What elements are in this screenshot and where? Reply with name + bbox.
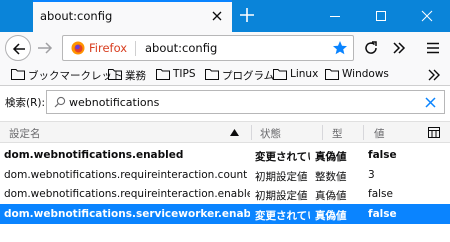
table-row[interactable]: dom.webnotifications.enabled 変更されてい… 真偽値 fa… — [0, 145, 450, 165]
bookmark-folder[interactable]: Linux — [273, 67, 323, 83]
column-header-type[interactable]: 型 — [332, 126, 343, 141]
close-tab-icon[interactable] — [209, 8, 225, 24]
hamburger-menu-icon[interactable] — [424, 39, 442, 57]
minimize-icon — [330, 16, 340, 17]
bookmark-folder[interactable]: TIPS — [156, 67, 198, 83]
column-picker-icon[interactable] — [428, 127, 440, 138]
minimize-button[interactable] — [312, 0, 358, 32]
table-row[interactable]: dom.webnotifications.serviceworker.enabl… — [0, 203, 450, 224]
folder-icon — [273, 69, 287, 80]
search-input[interactable] — [69, 93, 409, 111]
star-icon[interactable] — [332, 40, 348, 56]
bookmark-folder[interactable]: 業務 — [108, 67, 148, 83]
pref-status-cell: 変更されてい… — [255, 209, 310, 222]
pref-name-cell: dom.webnotifications.requireinteraction.… — [4, 188, 250, 200]
tab-about-config[interactable]: about:config — [33, 0, 232, 32]
pref-name-cell: dom.webnotifications.requireinteraction.… — [4, 168, 248, 181]
bookmarks-toolbar: ブックマークレット 業務 TIPS プログラム Linux Windows — [0, 64, 450, 86]
column-header-status[interactable]: 状態 — [260, 126, 281, 141]
back-button[interactable] — [5, 35, 31, 61]
arrow-left-icon — [12, 43, 25, 55]
pref-name-cell: dom.webnotifications.enabled — [4, 149, 184, 161]
pref-value-cell: 3 — [368, 168, 375, 181]
bookmark-label: TIPS — [173, 68, 196, 80]
column-header-name[interactable]: 設定名 — [9, 126, 41, 141]
pref-type-cell: 整数値 — [315, 170, 347, 183]
pref-status-cell: 変更されてい… — [255, 151, 310, 163]
pref-type-cell: 真偽値 — [315, 190, 347, 202]
folder-icon — [11, 69, 25, 80]
pref-value-cell: false — [368, 207, 397, 220]
clear-search-icon[interactable] — [425, 97, 436, 108]
bookmark-label: プログラム — [222, 70, 275, 82]
url-separator — [135, 41, 136, 56]
column-separator[interactable] — [251, 125, 252, 140]
column-header-value[interactable]: 値 — [374, 126, 385, 141]
close-icon — [421, 10, 433, 22]
table-row[interactable]: dom.webnotifications.requireinteraction.… — [0, 184, 450, 204]
table-header: 設定名 状態 型 値 — [0, 121, 450, 143]
pref-type-cell: 真偽値 — [315, 209, 347, 222]
maximize-button[interactable] — [358, 0, 404, 32]
search-box[interactable] — [46, 90, 445, 114]
url-text[interactable]: about:config — [145, 41, 217, 55]
bookmark-folder[interactable]: プログラム — [205, 67, 274, 83]
pref-name-cell: dom.webnotifications.serviceworker.enabl… — [4, 207, 250, 220]
folder-icon — [205, 69, 219, 80]
double-chevron-right-icon[interactable] — [390, 39, 408, 57]
bookmark-label: Windows — [342, 68, 389, 80]
url-bar[interactable]: Firefox about:config — [62, 35, 354, 61]
bookmark-label: Linux — [290, 68, 319, 80]
pref-value-cell: false — [368, 188, 393, 200]
bookmark-folder[interactable]: ブックマークレット — [11, 67, 123, 83]
close-window-button[interactable] — [404, 0, 450, 32]
sort-ascending-icon — [230, 129, 239, 136]
column-separator[interactable] — [322, 125, 323, 140]
search-label: 検索(R): — [5, 97, 46, 109]
identity-label: Firefox — [89, 41, 128, 55]
forward-arrow-icon[interactable] — [36, 39, 54, 57]
title-bar: about:config — [0, 0, 450, 32]
bookmarks-overflow-icon[interactable] — [426, 67, 442, 83]
pref-status-cell: 初期設定値 — [255, 170, 308, 183]
maximize-icon — [376, 11, 386, 21]
pref-value-cell: false — [368, 149, 397, 161]
folder-icon — [325, 69, 339, 80]
search-icon — [54, 96, 66, 108]
folder-icon — [156, 69, 170, 80]
pref-status-cell: 初期設定値 — [255, 190, 308, 202]
search-row: 検索(R): — [0, 87, 450, 117]
tab-title: about:config — [40, 9, 113, 23]
bookmark-folder[interactable]: Windows — [325, 67, 395, 83]
folder-icon — [108, 69, 122, 80]
navigation-bar: Firefox about:config — [0, 32, 450, 64]
pref-type-cell: 真偽値 — [315, 151, 347, 163]
reload-icon[interactable] — [362, 39, 380, 57]
column-separator[interactable] — [363, 125, 364, 140]
table-row[interactable]: dom.webnotifications.requireinteraction.… — [0, 165, 450, 185]
new-tab-icon[interactable] — [238, 6, 256, 24]
firefox-logo-icon — [71, 41, 85, 55]
bookmark-label: 業務 — [125, 70, 146, 82]
